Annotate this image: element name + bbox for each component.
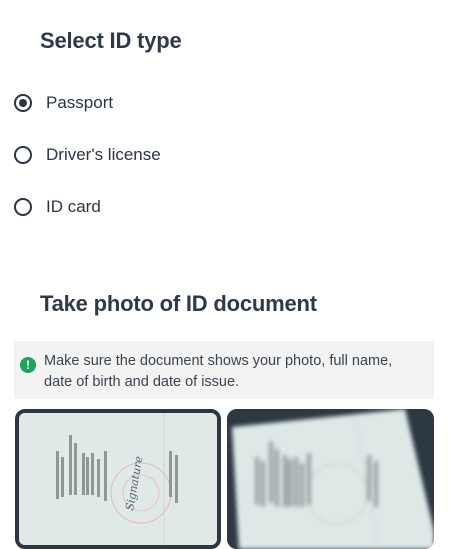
radio-button[interactable] xyxy=(14,198,32,216)
select-id-type-title: Select ID type xyxy=(40,28,182,53)
photo-example-bad[interactable] xyxy=(227,409,434,549)
id-illustration: Signature xyxy=(19,413,217,545)
id-illustration-blurred xyxy=(227,409,434,549)
radio-button-selected[interactable] xyxy=(14,94,32,112)
exclamation-icon: ! xyxy=(20,357,36,373)
radio-label: Passport xyxy=(46,93,114,112)
radio-label: Driver's license xyxy=(46,145,161,164)
notice-box: ! Make sure the document shows your phot… xyxy=(14,341,434,399)
radio-button[interactable] xyxy=(14,146,32,164)
radio-id-card[interactable]: ID card xyxy=(14,194,101,220)
photo-example-good[interactable]: Signature xyxy=(15,409,221,549)
radio-label: ID card xyxy=(46,197,101,216)
take-photo-title: Take photo of ID document xyxy=(40,291,317,316)
radio-drivers-license[interactable]: Driver's license xyxy=(14,142,161,168)
notice-text: Make sure the document shows your photo,… xyxy=(44,353,393,390)
radio-passport[interactable]: Passport xyxy=(14,90,113,116)
